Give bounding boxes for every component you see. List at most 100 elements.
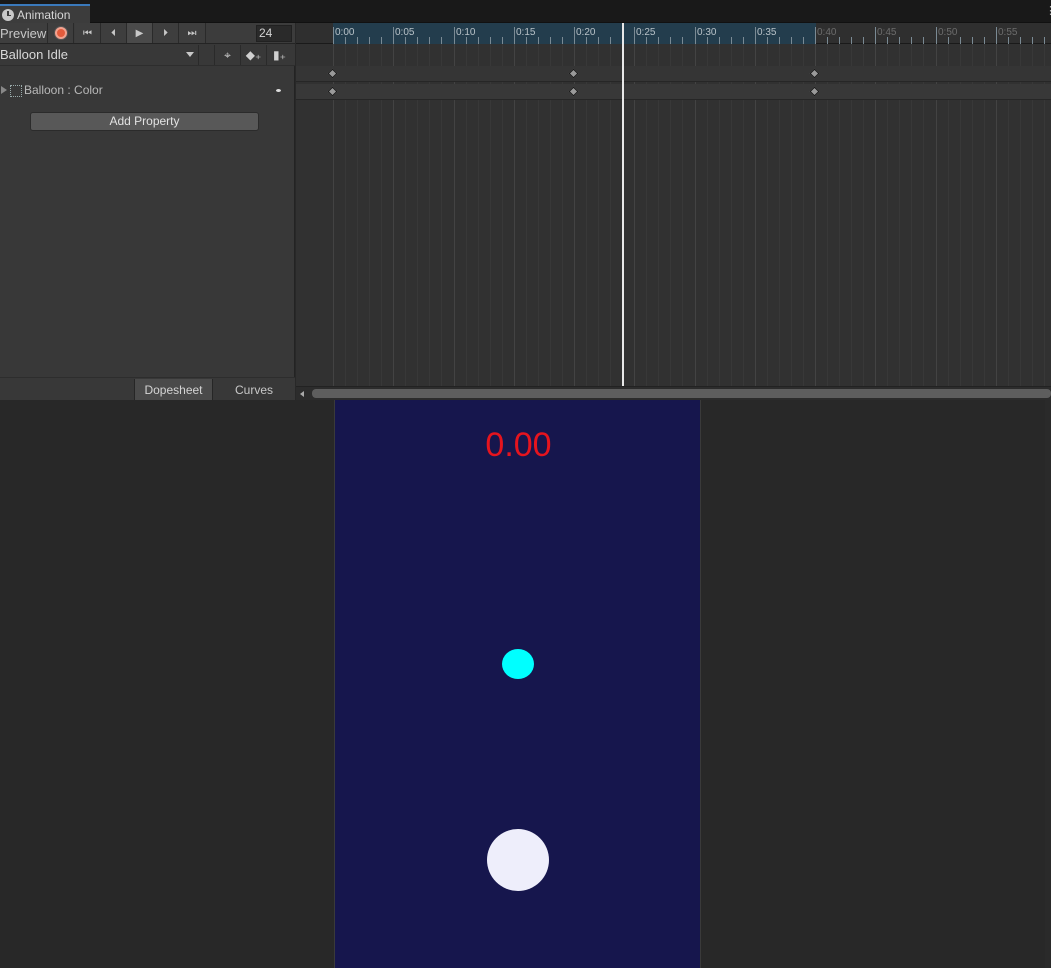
ruler-tick [719,37,720,44]
ruler-tick [333,27,334,44]
small-ball [502,649,534,679]
property-keyframe-row[interactable] [296,84,1051,100]
ruler-tick [767,37,768,44]
ruler-tick [707,37,708,44]
ruler-tick [887,37,888,44]
tab-curves[interactable]: Curves [213,379,295,401]
ruler-tick [875,27,876,44]
ruler-tick [502,37,503,44]
ruler-tick [454,27,455,44]
ruler-tick [393,27,394,44]
ruler-label: 0:10 [456,27,476,38]
next-key-icon: ⏵ [163,27,168,39]
ruler-tick [478,37,479,44]
ruler-tick [1032,37,1033,44]
play-icon: ▶ [135,27,144,39]
ruler-tick [598,37,599,44]
ruler-tick [369,37,370,44]
window-tab-bar: Animation ⋮ [0,0,1051,23]
ruler-tick [417,37,418,44]
ruler-tick [441,37,442,44]
animation-hierarchy-panel: Preview ⏮ ⏴ ▶ ⏵ ⏭ 24 Balloon Idle ⌖ ◆₊ ▮… [0,23,295,401]
property-options-icon[interactable] [276,89,281,92]
tab-dopesheet[interactable]: Dopesheet [134,379,213,401]
ruler-tick [839,37,840,44]
ruler-tick [562,37,563,44]
vertical-scrollbar[interactable] [1045,400,1051,968]
frame-input[interactable]: 24 [256,25,292,42]
first-keyframe-button[interactable]: ⏮ [75,23,101,43]
playhead[interactable] [622,23,624,386]
dopesheet-timeline[interactable]: 0:00 0:05 0:10 0:15 0:20 0:25 0:30 0:35 0:40 0:45… [296,23,1051,400]
ruler-label: 0:35 [757,27,777,38]
ruler-tick [405,37,406,44]
ruler-label: 0:20 [576,27,596,38]
ruler-label: 0:45 [877,27,897,38]
ruler-tick [972,37,973,44]
play-button[interactable]: ▶ [127,23,153,43]
add-event-icon[interactable]: ▮₊ [266,45,292,65]
ruler-tick [1044,37,1045,44]
ruler-tick [911,37,912,44]
preview-button[interactable]: Preview [0,23,48,43]
scrollbar-thumb[interactable] [312,389,1051,398]
ruler-tick [731,37,732,44]
next-keyframe-button[interactable]: ⏵ [153,23,179,43]
playback-toolbar: Preview ⏮ ⏴ ▶ ⏵ ⏭ 24 [0,23,295,44]
property-row[interactable]: Balloon : Color [0,80,295,102]
ruler-tick [490,37,491,44]
clip-dropdown[interactable]: Balloon Idle [0,45,199,65]
add-property-button[interactable]: Add Property [30,112,259,131]
ruler-tick [755,27,756,44]
ruler-label: 0:30 [697,27,717,38]
ruler-tick [574,27,575,44]
ruler-tick [779,37,780,44]
add-keyframe-icon[interactable]: ◆₊ [240,45,266,65]
ruler-tick [743,37,744,44]
previous-keyframe-button[interactable]: ⏴ [101,23,127,43]
view-mode-bar: Dopesheet Curves [0,377,295,401]
ruler-tick [899,37,900,44]
tab-animation[interactable]: Animation [0,4,90,23]
ruler-label: 0:50 [938,27,958,38]
ruler-label: 0:05 [395,27,415,38]
summary-keyframe-row[interactable] [296,66,1051,82]
ruler-tick [996,27,997,44]
ruler-tick [791,37,792,44]
ruler-tick [948,37,949,44]
ruler-tick [538,37,539,44]
game-view: 0.00 [0,400,1051,968]
sprite-renderer-icon [10,85,22,97]
ruler-tick [923,37,924,44]
prev-key-icon: ⏴ [111,27,116,39]
horizontal-scrollbar[interactable] [296,386,1051,400]
window-menu-icon[interactable]: ⋮ [1045,4,1051,18]
time-ruler[interactable]: 0:00 0:05 0:10 0:15 0:20 0:25 0:30 0:35 0:40 0:45… [296,23,1051,44]
keyframe-target-icon[interactable]: ⌖ [214,45,240,65]
ruler-tick [550,37,551,44]
tab-animation-label: Animation [17,7,71,22]
clip-row: Balloon Idle ⌖ ◆₊ ▮₊ [0,44,295,66]
ruler-tick [815,27,816,44]
clock-icon [2,8,14,21]
ruler-tick [586,37,587,44]
last-keyframe-button[interactable]: ⏭ [179,23,206,43]
ruler-tick [670,37,671,44]
ruler-label: 0:40 [817,27,837,38]
scroll-left-icon[interactable] [300,391,304,397]
ruler-tick [634,27,635,44]
ruler-tick [1008,37,1009,44]
ruler-tick [695,27,696,44]
ruler-label: 0:15 [516,27,536,38]
game-canvas[interactable]: 0.00 [334,400,701,968]
record-button[interactable] [48,23,74,43]
ruler-tick [357,37,358,44]
record-icon [54,27,67,39]
ruler-tick [827,37,828,44]
ruler-tick [936,27,937,44]
expand-arrow-icon[interactable] [1,86,7,94]
first-key-icon: ⏮ [83,27,92,39]
balloon [487,829,549,891]
ruler-tick [526,37,527,44]
ruler-tick [803,37,804,44]
